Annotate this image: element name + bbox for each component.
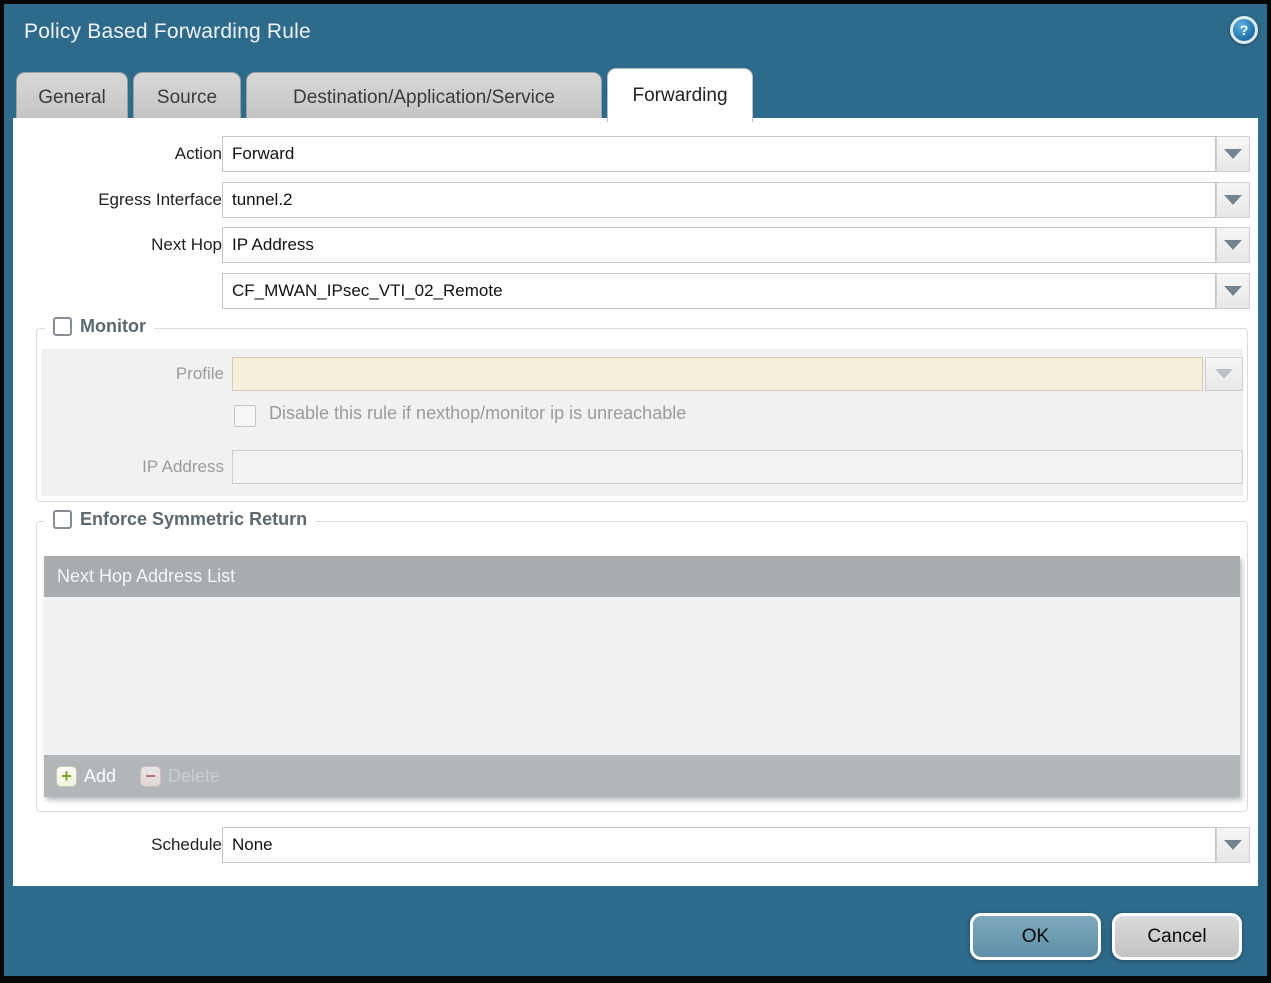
chevron-down-icon (1224, 240, 1242, 250)
chevron-down-icon (1215, 369, 1233, 379)
next-hop-address-select[interactable]: CF_MWAN_IPsec_VTI_02_Remote (222, 273, 1216, 309)
chevron-down-icon (1224, 195, 1242, 205)
profile-field (232, 357, 1203, 391)
add-button-label: Add (84, 766, 116, 787)
tab-forwarding[interactable]: Forwarding (607, 68, 753, 122)
cancel-button[interactable]: Cancel (1112, 913, 1242, 960)
monitor-checkbox[interactable] (53, 317, 72, 336)
add-button[interactable]: + Add (56, 766, 116, 787)
plus-icon: + (56, 766, 77, 787)
tab-general[interactable]: General (16, 72, 128, 122)
next-hop-address-list-body[interactable] (44, 597, 1240, 755)
next-hop-address-list-header: Next Hop Address List (44, 556, 1240, 597)
next-hop-label: Next Hop (23, 227, 222, 263)
next-hop-address-dropdown-button[interactable] (1216, 273, 1250, 309)
chevron-down-icon (1224, 286, 1242, 296)
forwarding-tab-panel: Action Forward Egress Interface tunnel.2… (13, 118, 1258, 886)
pbf-rule-dialog: Policy Based Forwarding Rule ? General S… (0, 0, 1271, 983)
chevron-down-icon (1224, 840, 1242, 850)
action-label: Action (23, 136, 222, 172)
egress-interface-dropdown-button[interactable] (1216, 182, 1250, 218)
disable-rule-label: Disable this rule if nexthop/monitor ip … (269, 403, 686, 424)
next-hop-type-select[interactable]: IP Address (222, 227, 1216, 263)
schedule-dropdown-button[interactable] (1216, 827, 1250, 863)
monitor-legend-label: Monitor (80, 316, 146, 337)
profile-dropdown-button (1205, 357, 1243, 391)
next-hop-type-dropdown-button[interactable] (1216, 227, 1250, 263)
enforce-symmetric-return-legend: Enforce Symmetric Return (45, 509, 315, 530)
help-icon[interactable]: ? (1230, 16, 1258, 44)
enforce-symmetric-return-legend-label: Enforce Symmetric Return (80, 509, 307, 530)
schedule-label: Schedule (23, 827, 222, 863)
enforce-symmetric-return-checkbox[interactable] (53, 510, 72, 529)
chevron-down-icon (1224, 149, 1242, 159)
action-select[interactable]: Forward (222, 136, 1216, 172)
egress-interface-select[interactable]: tunnel.2 (222, 182, 1216, 218)
tab-destination-application-service[interactable]: Destination/Application/Service (246, 72, 602, 122)
monitor-ip-address-label: IP Address (25, 450, 224, 484)
egress-interface-label: Egress Interface (23, 182, 222, 218)
delete-button-label: Delete (168, 766, 220, 787)
monitor-ip-address-field (232, 450, 1243, 484)
profile-label: Profile (25, 357, 224, 391)
action-dropdown-button[interactable] (1216, 136, 1250, 172)
tab-bar: General Source Destination/Application/S… (16, 68, 753, 122)
dialog-title: Policy Based Forwarding Rule (24, 20, 311, 44)
monitor-legend: Monitor (45, 316, 154, 337)
tab-source[interactable]: Source (133, 72, 241, 122)
next-hop-address-list-table: Next Hop Address List + Add − Delete (44, 556, 1240, 797)
schedule-select[interactable]: None (222, 827, 1216, 863)
disable-rule-checkbox (234, 405, 256, 427)
ok-button[interactable]: OK (970, 913, 1101, 960)
next-hop-address-list-toolbar: + Add − Delete (44, 755, 1240, 797)
minus-icon: − (140, 766, 161, 787)
delete-button: − Delete (140, 766, 220, 787)
